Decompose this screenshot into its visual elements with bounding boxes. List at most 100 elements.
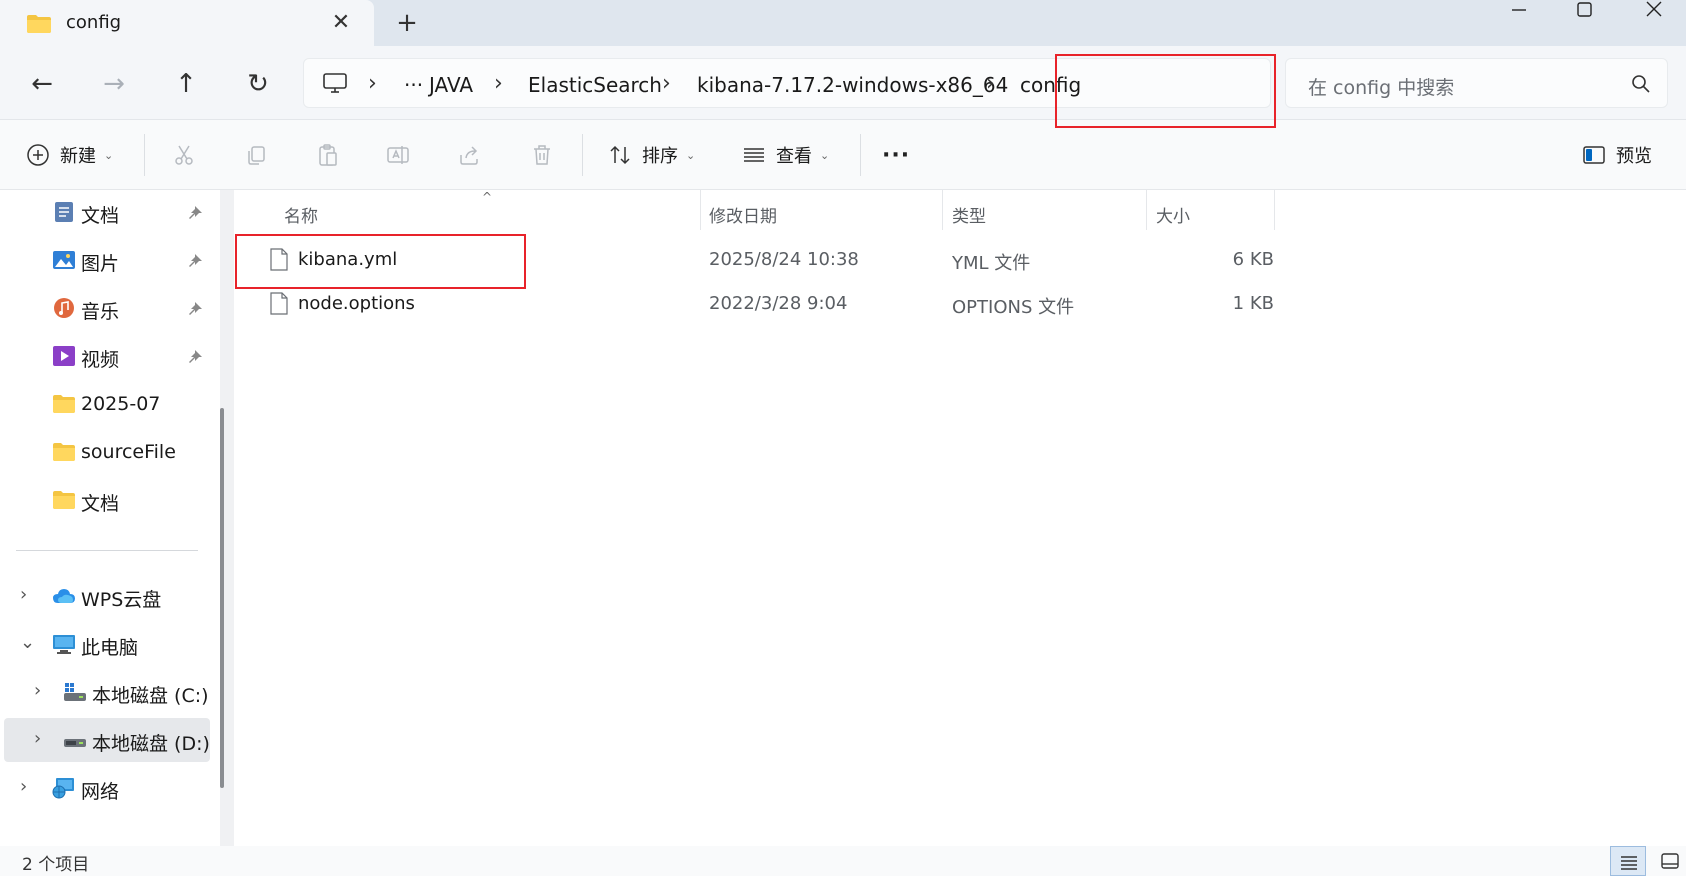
breadcrumb-kibana[interactable]: kibana-7.17.2-windows-x86_64 xyxy=(697,73,1008,97)
pin-icon[interactable] xyxy=(186,250,204,268)
column-divider[interactable] xyxy=(700,190,701,230)
tab-close-button[interactable]: ✕ xyxy=(326,8,356,38)
folder-icon xyxy=(53,395,75,413)
back-button[interactable]: ← xyxy=(24,66,60,102)
delete-button[interactable] xyxy=(530,138,554,172)
up-button[interactable]: ↑ xyxy=(168,66,204,102)
file-name[interactable]: node.options xyxy=(298,293,415,314)
rename-button[interactable] xyxy=(386,138,410,172)
toolbar-divider xyxy=(582,134,583,176)
chevron-down-icon[interactable]: ⌄ xyxy=(20,632,35,653)
breadcrumb-java[interactable]: JAVA xyxy=(429,73,473,97)
column-header-size[interactable]: 大小 xyxy=(1156,202,1190,227)
more-options-button[interactable]: ··· xyxy=(882,138,910,172)
view-button[interactable]: 查看 ⌄ xyxy=(742,138,829,172)
sidebar-item-documents-folder[interactable]: 文档 xyxy=(0,478,210,522)
copy-button[interactable] xyxy=(244,138,268,172)
new-tab-button[interactable]: + xyxy=(392,8,422,38)
copy-icon xyxy=(248,146,265,165)
breadcrumb-separator[interactable]: › xyxy=(986,71,995,96)
sidebar-scrollbar-thumb[interactable] xyxy=(220,408,224,788)
highlight-box-kibana-yml xyxy=(235,234,526,289)
sidebar-item-network[interactable]: › 网络 xyxy=(0,766,210,810)
music-icon xyxy=(54,298,74,318)
preview-label: 预览 xyxy=(1616,146,1652,167)
folder-icon xyxy=(53,443,75,461)
close-window-button[interactable] xyxy=(1626,0,1682,30)
column-header-type[interactable]: 类型 xyxy=(952,202,986,227)
details-view-button[interactable] xyxy=(1610,846,1646,876)
toolbar-divider xyxy=(144,134,145,176)
more-icon: ··· xyxy=(882,142,911,168)
file-icon xyxy=(270,292,288,315)
column-divider[interactable] xyxy=(942,190,943,230)
sidebar-divider xyxy=(16,550,198,551)
chevron-right-icon[interactable]: › xyxy=(34,680,41,701)
chevron-right-icon[interactable]: › xyxy=(34,728,41,749)
chevron-down-icon: ⌄ xyxy=(104,148,114,162)
column-divider[interactable] xyxy=(1274,190,1275,230)
pin-icon[interactable] xyxy=(186,346,204,364)
chevron-right-icon[interactable]: › xyxy=(20,584,27,605)
sidebar-item-drive-c[interactable]: › 本地磁盘 (C:) xyxy=(0,670,210,714)
sidebar-item-label: 本地磁盘 (C:) xyxy=(92,685,209,707)
breadcrumb-separator[interactable]: › xyxy=(494,71,503,96)
sidebar-item-documents[interactable]: 文档 xyxy=(0,190,210,234)
column-header-name[interactable]: 名称 xyxy=(284,202,318,227)
sort-ascending-icon: ^ xyxy=(482,190,493,204)
refresh-button[interactable]: ↻ xyxy=(240,66,276,102)
drive-c-icon xyxy=(64,683,86,701)
column-header-modified[interactable]: 修改日期 xyxy=(709,202,777,227)
sidebar-item-videos[interactable]: 视频 xyxy=(0,334,210,378)
sidebar-item-wps-cloud[interactable]: › WPS云盘 xyxy=(0,574,210,618)
sidebar-item-this-pc[interactable]: ⌄ 此电脑 xyxy=(0,622,210,666)
breadcrumb-ellipsis[interactable]: ··· xyxy=(404,73,423,97)
forward-button[interactable]: → xyxy=(96,66,132,102)
column-divider[interactable] xyxy=(1146,190,1147,230)
minimize-button[interactable] xyxy=(1490,0,1546,30)
search-icon xyxy=(1632,75,1650,93)
pin-icon[interactable] xyxy=(186,202,204,220)
search-input[interactable]: 在 config 中搜索 xyxy=(1285,58,1668,108)
status-bar: 2 个项目 xyxy=(0,846,1686,876)
maximize-button[interactable] xyxy=(1556,0,1612,30)
share-icon xyxy=(460,146,478,165)
sidebar-item-2025-07[interactable]: 2025-07 xyxy=(0,382,210,426)
highlight-box-config-breadcrumb xyxy=(1055,54,1276,128)
chevron-right-icon[interactable]: › xyxy=(20,776,27,797)
breadcrumb-separator: › xyxy=(368,71,377,96)
sidebar-item-label: 文档 xyxy=(81,205,120,227)
pictures-icon xyxy=(53,251,75,269)
item-count: 2 个项目 xyxy=(22,855,90,875)
share-button[interactable] xyxy=(458,138,482,172)
file-size: 1 KB xyxy=(1232,293,1274,314)
breadcrumb-separator[interactable]: › xyxy=(662,71,671,96)
preview-pane-icon xyxy=(1583,146,1605,164)
sort-button[interactable]: 排序 ⌄ xyxy=(608,138,695,172)
cut-button[interactable] xyxy=(172,138,196,172)
sidebar-item-label: 本地磁盘 (D:) xyxy=(92,733,210,755)
sidebar-item-pictures[interactable]: 图片 xyxy=(0,238,210,282)
breadcrumb-elasticsearch[interactable]: ElasticSearch xyxy=(528,73,662,97)
file-type: YML 文件 xyxy=(952,253,1031,274)
sidebar-item-sourcefile[interactable]: sourceFile xyxy=(0,430,210,474)
view-label: 查看 xyxy=(776,146,812,167)
new-button[interactable]: 新建 ⌄ xyxy=(26,138,113,172)
tab-config[interactable]: config ✕ xyxy=(0,0,374,46)
address-row: ← → ↑ ↻ › ··· JAVA › ElasticSearch › kib… xyxy=(0,46,1686,120)
sidebar-item-label: 2025-07 xyxy=(81,393,161,415)
sidebar-item-label: 图片 xyxy=(81,253,120,275)
sidebar-item-music[interactable]: 音乐 xyxy=(0,286,210,330)
sidebar-item-label: WPS云盘 xyxy=(81,589,162,611)
documents-icon xyxy=(55,202,73,222)
pin-icon[interactable] xyxy=(186,298,204,316)
tiles-view-button[interactable] xyxy=(1652,846,1686,876)
computer-icon xyxy=(53,635,75,654)
view-lines-icon xyxy=(744,148,764,162)
folder-icon xyxy=(53,491,75,509)
plus-circle-icon xyxy=(27,144,49,166)
preview-pane-button[interactable]: 预览 xyxy=(1582,138,1652,172)
sidebar-item-drive-d[interactable]: › 本地磁盘 (D:) xyxy=(4,718,210,762)
paste-button[interactable] xyxy=(316,138,340,172)
tab-title: config xyxy=(66,12,122,33)
